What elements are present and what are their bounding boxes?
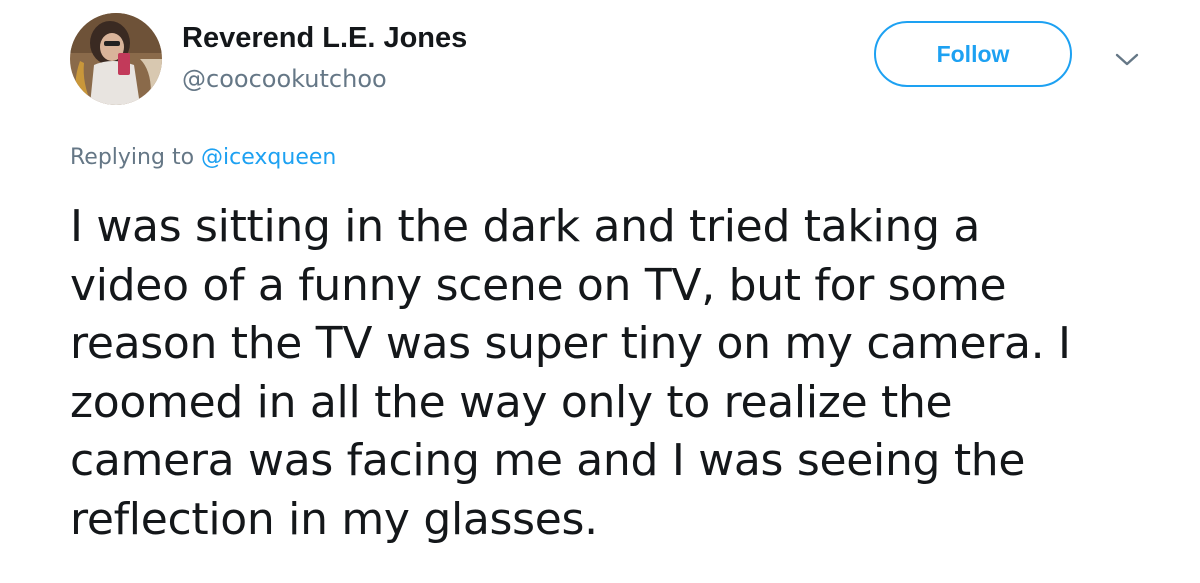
replying-to: Replying to @icexqueen — [70, 143, 336, 173]
follow-button[interactable]: Follow — [874, 21, 1072, 87]
tweet-card: Reverend L.E. Jones @coocookutchoo Follo… — [0, 0, 1200, 583]
user-handle[interactable]: @coocookutchoo — [182, 64, 387, 94]
user-avatar-image — [70, 13, 162, 105]
reply-mention-link[interactable]: @icexqueen — [201, 145, 336, 170]
replying-prefix: Replying to — [70, 145, 195, 170]
display-name[interactable]: Reverend L.E. Jones — [182, 20, 467, 56]
follow-button-label: Follow — [936, 40, 1010, 67]
tweet-text: I was sitting in the dark and tried taki… — [70, 201, 1071, 545]
avatar[interactable] — [70, 13, 162, 105]
chevron-down-icon[interactable] — [1113, 50, 1141, 70]
